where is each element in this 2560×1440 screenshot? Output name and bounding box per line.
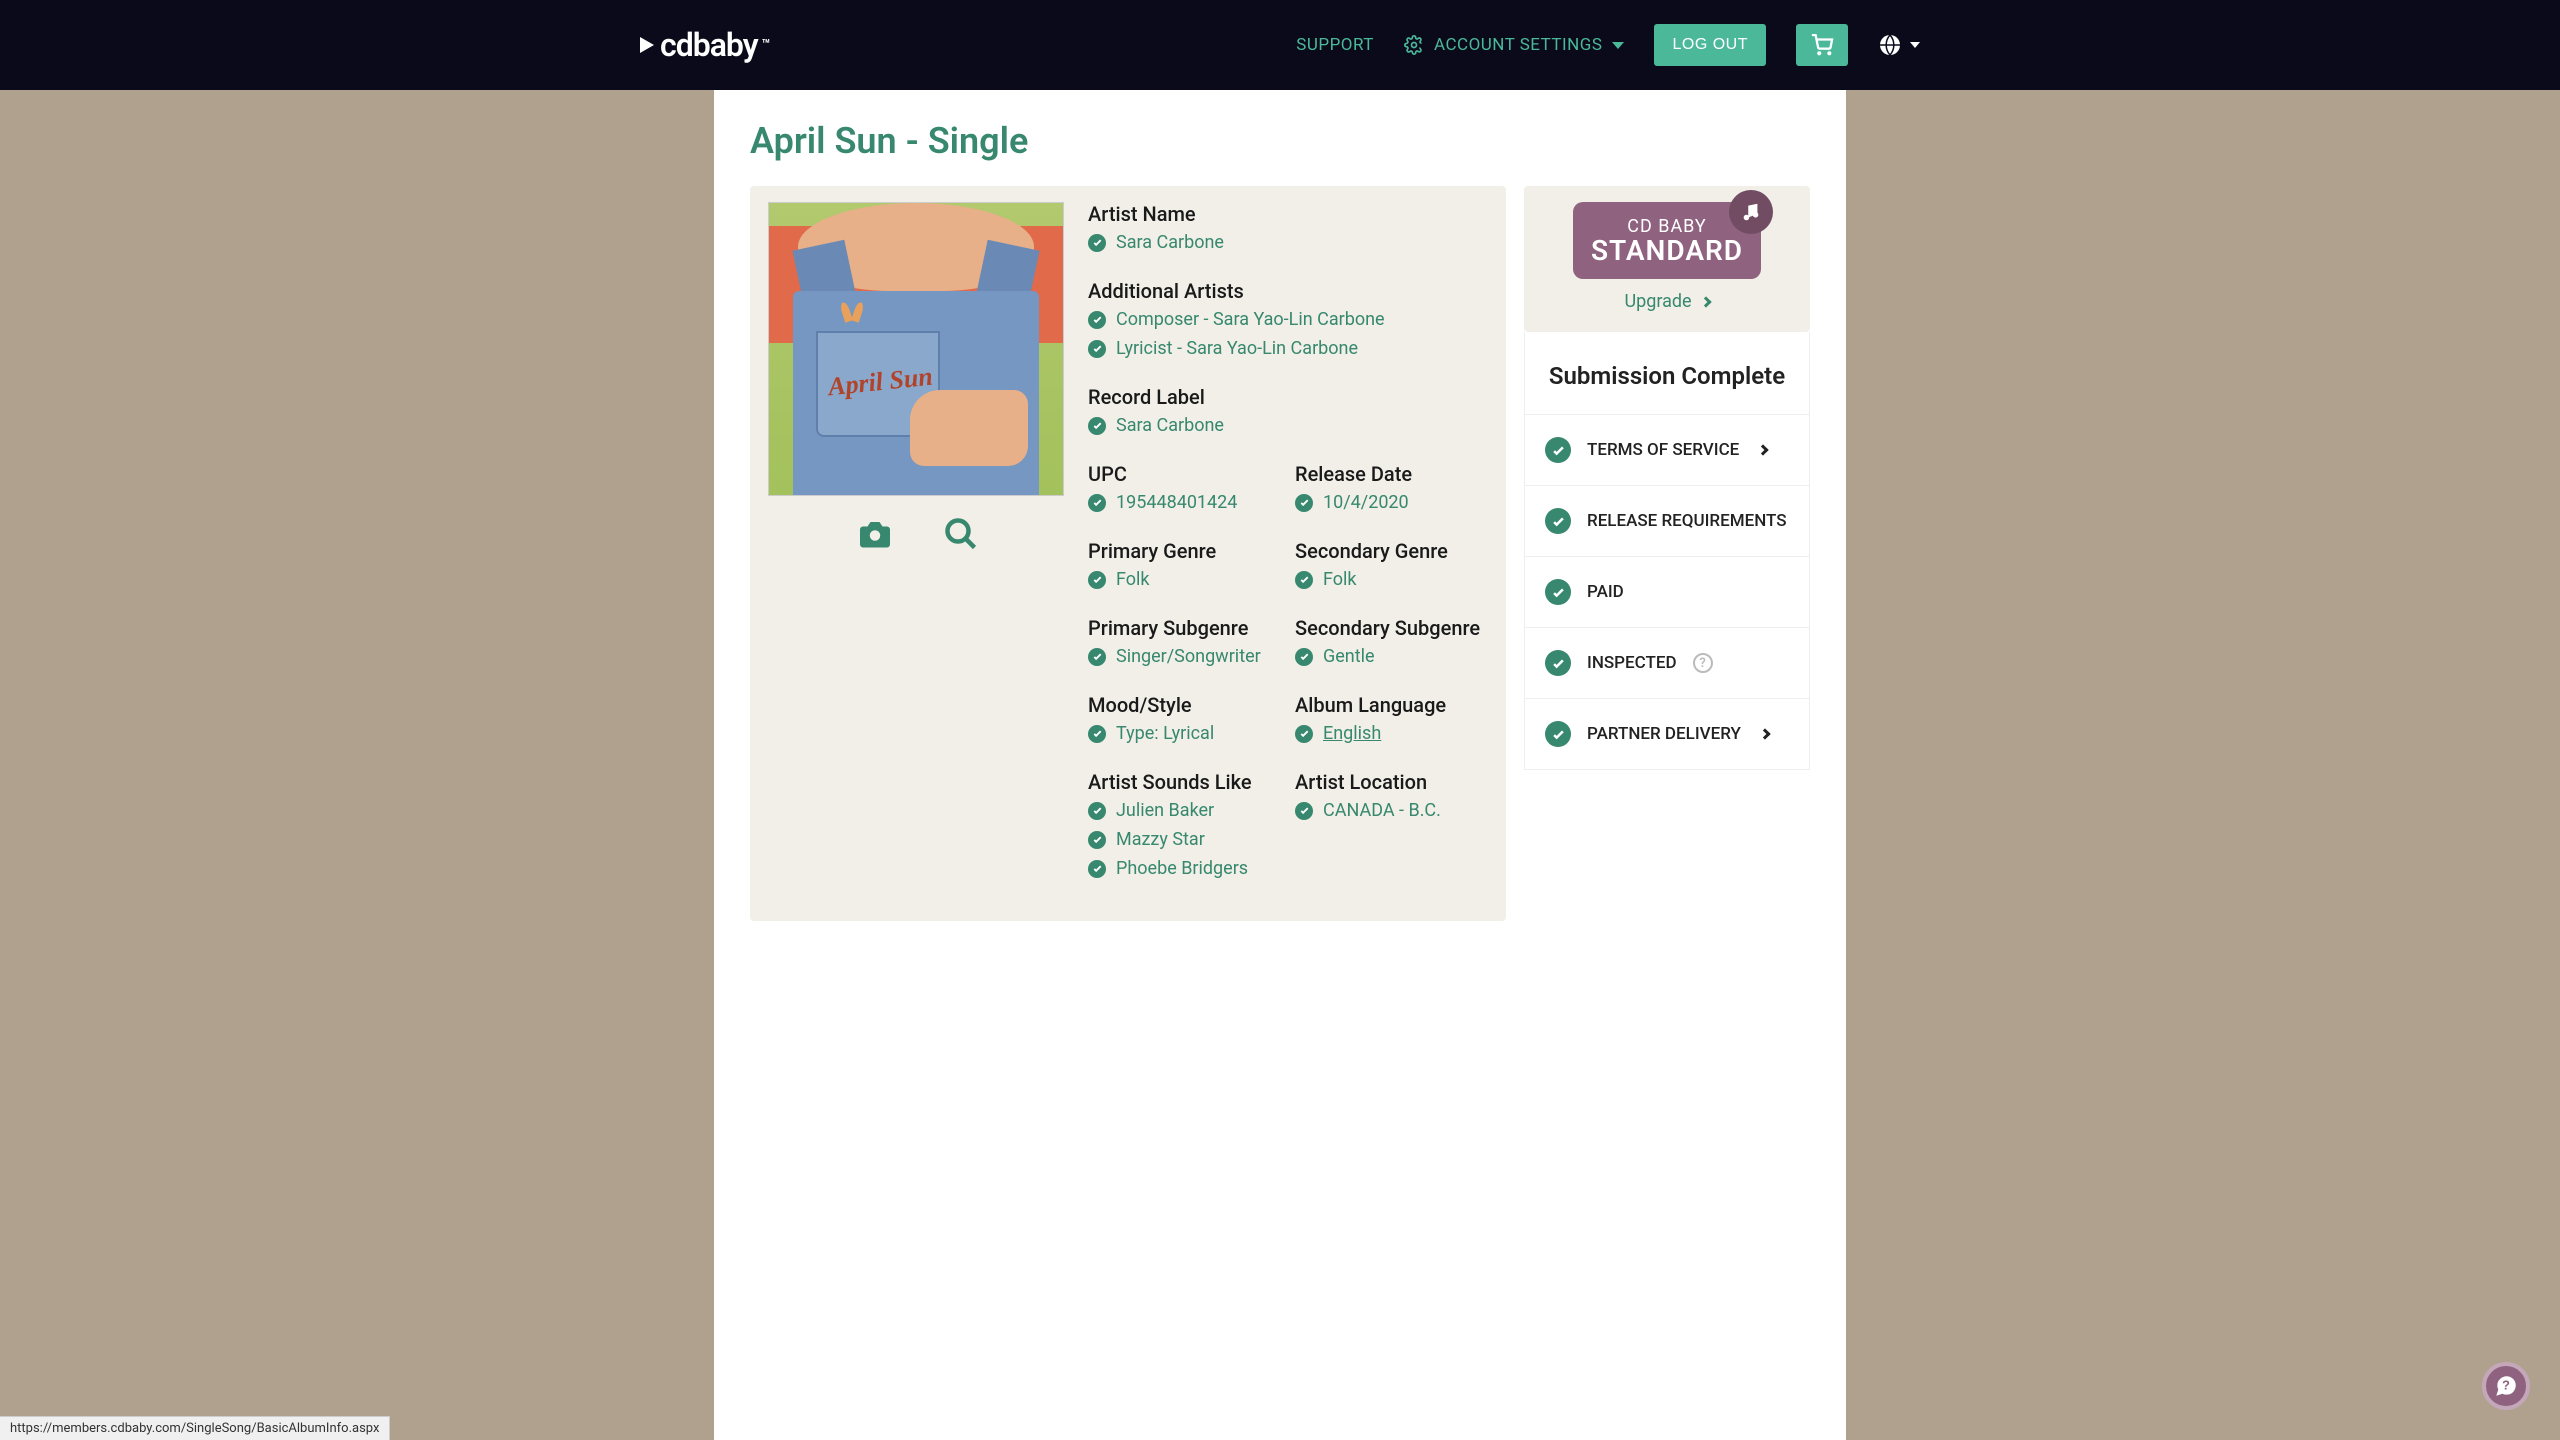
check-icon	[1295, 802, 1313, 820]
value-upc[interactable]: 195448401424	[1088, 492, 1281, 513]
log-out-button[interactable]: LOG OUT	[1654, 24, 1766, 66]
release-details: Artist Name Sara Carbone Additional Arti…	[1088, 202, 1488, 905]
status-bar-url: https://members.cdbaby.com/SingleSong/Ba…	[0, 1416, 390, 1440]
trademark: ™	[762, 37, 770, 53]
music-note-icon	[1729, 190, 1773, 234]
main-container: April Sun - Single April Sun	[714, 90, 1846, 1440]
upgrade-box: CD BABY STANDARD Upgrade	[1524, 186, 1810, 332]
checklist-inspected[interactable]: INSPECTED ?	[1525, 627, 1809, 698]
search-icon	[943, 516, 979, 552]
check-icon	[1295, 571, 1313, 589]
check-icon	[1295, 648, 1313, 666]
value-artist-location[interactable]: CANADA - B.C.	[1295, 800, 1488, 821]
upgrade-link[interactable]: Upgrade	[1624, 291, 1709, 312]
field-album-language: Album Language English	[1295, 693, 1488, 752]
camera-icon	[857, 516, 893, 552]
check-icon	[1088, 417, 1106, 435]
globe-icon	[1878, 33, 1902, 57]
field-secondary-subgenre: Secondary Subgenre Gentle	[1295, 616, 1488, 675]
release-panel: April Sun Artist Name Sara Carbone	[750, 186, 1506, 921]
value-sounds-like-2[interactable]: Phoebe Bridgers	[1088, 858, 1281, 879]
check-icon	[1088, 648, 1106, 666]
check-icon	[1088, 234, 1106, 252]
header-nav: SUPPORT ACCOUNT SETTINGS LOG OUT	[1296, 24, 1920, 66]
checklist-release-requirements[interactable]: RELEASE REQUIREMENTS	[1525, 485, 1809, 556]
check-icon	[1545, 579, 1571, 605]
check-icon	[1295, 725, 1313, 743]
submission-panel: Submission Complete TERMS OF SERVICE REL…	[1524, 332, 1810, 770]
cart-button[interactable]	[1796, 24, 1848, 66]
value-sounds-like-0[interactable]: Julien Baker	[1088, 800, 1281, 821]
value-additional-artist-0[interactable]: Composer - Sara Yao-Lin Carbone	[1088, 309, 1488, 330]
check-icon	[1088, 494, 1106, 512]
value-sounds-like-1[interactable]: Mazzy Star	[1088, 829, 1281, 850]
field-primary-subgenre: Primary Subgenre Singer/Songwriter	[1088, 616, 1281, 675]
app-header: cdbaby ™ SUPPORT ACCOUNT SETTINGS LOG OU…	[0, 0, 2560, 90]
tier-badge: CD BABY STANDARD	[1573, 202, 1761, 279]
check-icon	[1088, 831, 1106, 849]
album-artwork[interactable]: April Sun	[768, 202, 1064, 496]
check-icon	[1545, 721, 1571, 747]
play-icon	[640, 37, 654, 53]
check-icon	[1295, 494, 1313, 512]
artwork-column: April Sun	[768, 202, 1068, 905]
check-icon	[1545, 437, 1571, 463]
brand-logo[interactable]: cdbaby ™	[640, 26, 769, 64]
chevron-right-icon	[1759, 728, 1770, 739]
check-icon	[1088, 571, 1106, 589]
help-icon[interactable]: ?	[1693, 653, 1713, 673]
value-artist-name[interactable]: Sara Carbone	[1088, 232, 1488, 253]
check-icon	[1088, 311, 1106, 329]
gear-icon	[1404, 35, 1424, 55]
checklist-paid[interactable]: PAID	[1525, 556, 1809, 627]
value-record-label[interactable]: Sara Carbone	[1088, 415, 1488, 436]
check-icon	[1088, 860, 1106, 878]
chat-help-icon: ?	[2493, 1373, 2519, 1399]
submission-title: Submission Complete	[1525, 332, 1809, 414]
value-release-date[interactable]: 10/4/2020	[1295, 492, 1488, 513]
chevron-down-icon	[1910, 42, 1920, 48]
field-release-date: Release Date 10/4/2020	[1295, 462, 1488, 521]
chevron-right-icon	[1700, 296, 1711, 307]
check-icon	[1088, 725, 1106, 743]
account-settings-link[interactable]: ACCOUNT SETTINGS	[1404, 35, 1625, 55]
check-icon	[1545, 508, 1571, 534]
chevron-right-icon	[1758, 444, 1769, 455]
cart-icon	[1810, 34, 1834, 56]
chevron-down-icon	[1612, 42, 1624, 49]
field-primary-genre: Primary Genre Folk	[1088, 539, 1281, 598]
field-record-label: Record Label Sara Carbone	[1088, 385, 1488, 444]
check-icon	[1545, 650, 1571, 676]
field-secondary-genre: Secondary Genre Folk	[1295, 539, 1488, 598]
field-artist-name: Artist Name Sara Carbone	[1088, 202, 1488, 261]
language-selector[interactable]	[1878, 33, 1920, 57]
field-upc: UPC 195448401424	[1088, 462, 1281, 521]
check-icon	[1088, 340, 1106, 358]
sidebar: CD BABY STANDARD Upgrade Submission Comp…	[1524, 186, 1810, 921]
value-primary-genre[interactable]: Folk	[1088, 569, 1281, 590]
value-additional-artist-1[interactable]: Lyricist - Sara Yao-Lin Carbone	[1088, 338, 1488, 359]
checklist-partner-delivery[interactable]: PARTNER DELIVERY	[1525, 698, 1809, 769]
zoom-artwork-button[interactable]	[943, 516, 979, 552]
help-fab-button[interactable]: ?	[2482, 1362, 2530, 1410]
value-primary-subgenre[interactable]: Singer/Songwriter	[1088, 646, 1281, 667]
value-secondary-subgenre[interactable]: Gentle	[1295, 646, 1488, 667]
field-artist-sounds-like: Artist Sounds Like Julien Baker Mazzy St…	[1088, 770, 1281, 887]
check-icon	[1088, 802, 1106, 820]
value-mood-style[interactable]: Type: Lyrical	[1088, 723, 1281, 744]
upload-artwork-button[interactable]	[857, 516, 893, 552]
brand-text: cdbaby	[660, 26, 758, 64]
field-mood-style: Mood/Style Type: Lyrical	[1088, 693, 1281, 752]
support-link[interactable]: SUPPORT	[1296, 35, 1374, 55]
value-secondary-genre[interactable]: Folk	[1295, 569, 1488, 590]
page-title: April Sun - Single	[750, 120, 1810, 162]
value-album-language[interactable]: English	[1295, 723, 1488, 744]
svg-text:?: ?	[2502, 1377, 2510, 1392]
field-additional-artists: Additional Artists Composer - Sara Yao-L…	[1088, 279, 1488, 367]
checklist-terms-of-service[interactable]: TERMS OF SERVICE	[1525, 414, 1809, 485]
field-artist-location: Artist Location CANADA - B.C.	[1295, 770, 1488, 887]
